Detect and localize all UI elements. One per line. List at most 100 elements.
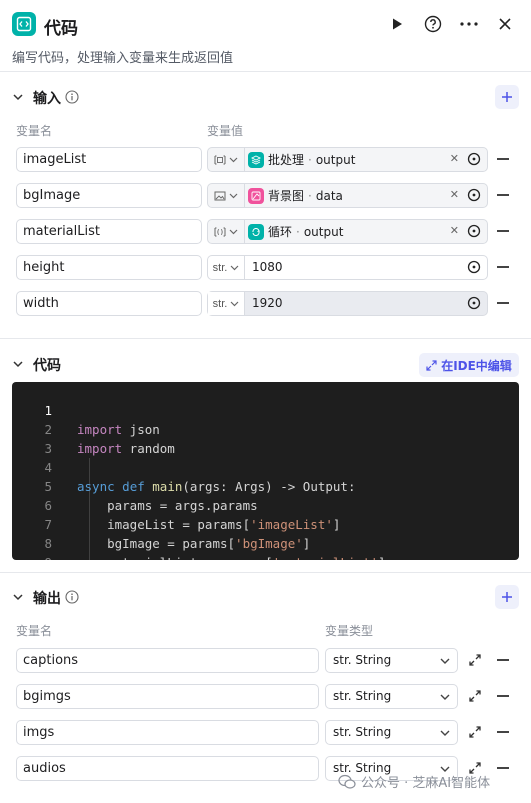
add-output-button[interactable]	[495, 585, 519, 609]
input-type-select[interactable]: str.	[208, 256, 245, 279]
node-title[interactable]: 代码	[44, 14, 78, 39]
input-type-select[interactable]	[208, 220, 245, 243]
input-col-value-label: 变量值	[207, 124, 244, 138]
input-name-field[interactable]: height	[16, 255, 202, 280]
code-line: 3	[44, 441, 52, 456]
remove-input-button[interactable]	[497, 302, 509, 304]
variable-reference[interactable]: 循环 · output	[248, 222, 343, 241]
remove-output-button[interactable]	[497, 695, 509, 697]
chevron-down-icon[interactable]	[12, 358, 24, 370]
code-line: 10 height = params['height']	[12, 553, 519, 560]
code-node-logo-icon	[12, 12, 36, 36]
clear-reference-button[interactable]: ✕	[450, 188, 459, 201]
code-line: 6 imageList = params['imageList']	[44, 498, 341, 532]
output-type-select[interactable]: str. String	[325, 684, 458, 709]
chevron-down-icon	[230, 265, 239, 270]
variable-picker-icon[interactable]	[467, 152, 481, 166]
code-line: 8 materialList = params['materialList']	[44, 536, 385, 560]
info-icon[interactable]	[65, 90, 79, 104]
help-button[interactable]	[422, 13, 444, 35]
clear-reference-button[interactable]: ✕	[450, 152, 459, 165]
output-name-field[interactable]: bgimgs	[16, 684, 319, 709]
question-icon	[424, 15, 442, 33]
ref-field-name: output	[303, 224, 344, 239]
clear-reference-button[interactable]: ✕	[450, 224, 459, 237]
remove-output-button[interactable]	[497, 659, 509, 661]
code-section-title: 代码	[33, 358, 61, 374]
chevron-down-icon	[230, 301, 239, 306]
expand-icon	[426, 359, 437, 371]
constant-value[interactable]: 1080	[252, 260, 283, 274]
plus-icon	[502, 92, 512, 102]
input-name-field[interactable]: materialList	[16, 219, 202, 244]
input-name-field[interactable]: width	[16, 291, 202, 316]
section-divider	[0, 338, 531, 339]
output-name-field[interactable]: imgs	[16, 720, 319, 745]
type-label: str.	[212, 297, 228, 310]
input-col-name-label: 变量名	[16, 124, 53, 138]
variable-picker-icon[interactable]	[467, 188, 481, 202]
edit-in-ide-button[interactable]: 在IDE中编辑	[419, 353, 519, 377]
variable-picker-icon[interactable]	[467, 296, 481, 310]
input-value-field[interactable]: 批处理 · output ✕	[207, 147, 488, 172]
code-line: 9 width = params['width']	[12, 534, 519, 560]
input-value-field[interactable]: 循环 · output ✕	[207, 219, 488, 244]
input-section-title: 输入	[33, 91, 61, 107]
chevron-down-icon	[229, 157, 238, 162]
info-icon[interactable]	[65, 590, 79, 604]
constant-value[interactable]: 1920	[252, 296, 283, 310]
input-type-select[interactable]: str.	[208, 292, 245, 315]
code-editor[interactable]: 1 import json 2 import random 3 4 async …	[12, 382, 519, 560]
variable-reference[interactable]: 批处理 · output	[248, 150, 355, 169]
input-type-select[interactable]	[208, 184, 245, 207]
close-icon	[499, 18, 511, 30]
image-gen-icon	[248, 187, 264, 204]
ref-field-name: data	[315, 188, 343, 203]
add-input-button[interactable]	[495, 85, 519, 109]
ref-node-name: 批处理	[268, 153, 305, 167]
loop-icon	[248, 223, 264, 240]
chevron-down-icon[interactable]	[12, 91, 24, 103]
ref-node-name: 背景图	[268, 189, 305, 203]
input-value-field[interactable]: str. 1080	[207, 255, 488, 280]
input-name-field[interactable]: imageList	[16, 147, 202, 172]
remove-output-button[interactable]	[497, 731, 509, 733]
output-name-field[interactable]: audios	[16, 756, 319, 781]
node-header: 代码 编写代码，处理输入变量来生成返回值	[0, 0, 531, 72]
output-type-select[interactable]: str. String	[325, 648, 458, 673]
variable-picker-icon[interactable]	[467, 260, 481, 274]
section-divider	[0, 572, 531, 573]
edit-in-ide-label: 在IDE中编辑	[441, 358, 512, 373]
run-button[interactable]	[386, 13, 408, 35]
watermark-text: 公众号 · 芝麻AI智能体	[361, 776, 491, 791]
code-line: 1 import json	[44, 403, 160, 437]
remove-input-button[interactable]	[497, 158, 509, 160]
output-section-title: 输出	[33, 591, 61, 607]
node-description[interactable]: 编写代码，处理输入变量来生成返回值	[12, 47, 233, 66]
expand-icon[interactable]	[468, 725, 482, 739]
input-section-header: 输入	[0, 83, 531, 113]
chevron-down-icon[interactable]	[12, 591, 24, 603]
input-value-field[interactable]: str. 1920	[207, 291, 488, 316]
input-name-field[interactable]: bgImage	[16, 183, 202, 208]
input-type-select[interactable]	[208, 148, 245, 171]
array-image-icon	[214, 155, 226, 164]
chevron-down-icon	[440, 730, 450, 736]
remove-input-button[interactable]	[497, 230, 509, 232]
more-button[interactable]	[458, 13, 480, 35]
plus-icon	[502, 592, 512, 602]
remove-input-button[interactable]	[497, 194, 509, 196]
remove-output-button[interactable]	[497, 767, 509, 769]
variable-picker-icon[interactable]	[467, 224, 481, 238]
expand-icon[interactable]	[468, 689, 482, 703]
chevron-down-icon	[440, 694, 450, 700]
output-type-select[interactable]: str. String	[325, 720, 458, 745]
expand-icon[interactable]	[468, 653, 482, 667]
variable-reference[interactable]: 背景图 · data	[248, 186, 343, 205]
output-name-field[interactable]: captions	[16, 648, 319, 673]
array-object-icon	[214, 227, 226, 236]
output-type-label: str. String	[333, 725, 392, 739]
remove-input-button[interactable]	[497, 266, 509, 268]
input-value-field[interactable]: 背景图 · data ✕	[207, 183, 488, 208]
close-button[interactable]	[494, 13, 516, 35]
